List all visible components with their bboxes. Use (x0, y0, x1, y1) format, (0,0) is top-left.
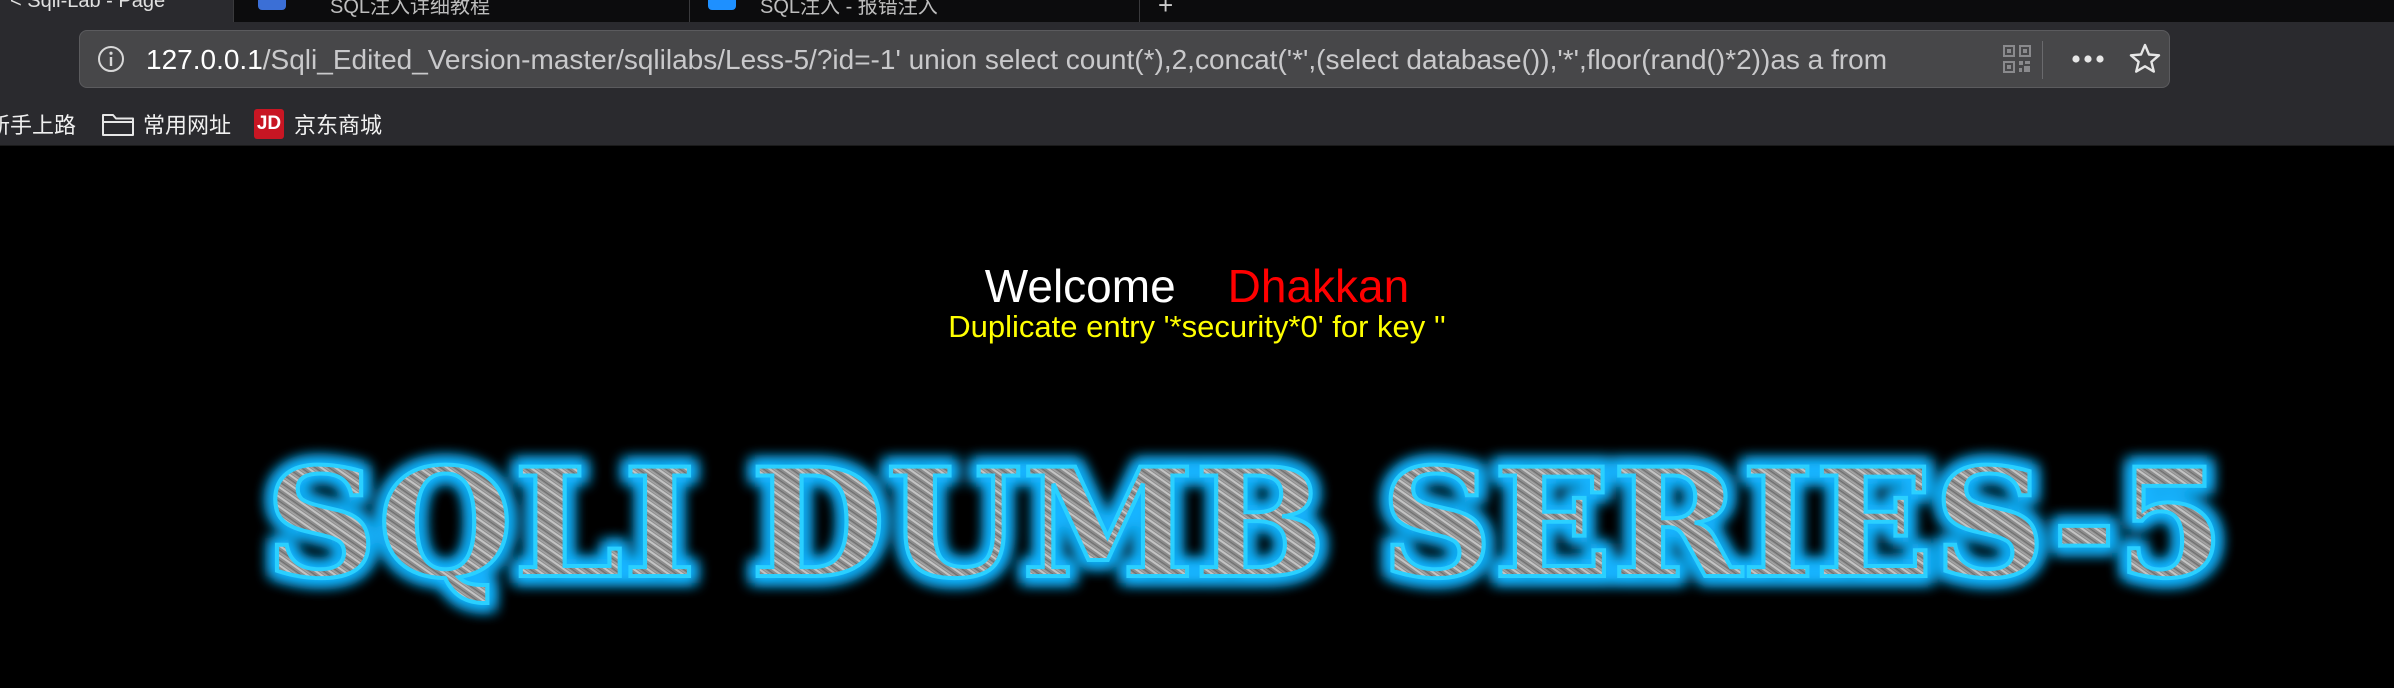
sql-error-message: Duplicate entry '*security*0' for key '' (948, 309, 1446, 344)
tab-error-injection[interactable]: SQL注入 - 报错注入 (690, 0, 1140, 22)
user-name: Dhakkan (1227, 260, 1410, 312)
url-bar[interactable]: 127.0.0.1/Sqli_Edited_Version-master/sql… (79, 30, 2170, 88)
banner-text-group: SQLI DUMB SERIES-5 SQLI DUMB SERIES-5 (258, 436, 2232, 619)
url-text[interactable]: 127.0.0.1/Sqli_Edited_Version-master/sql… (146, 43, 2016, 77)
qr-code-icon[interactable] (2002, 44, 2032, 79)
bookmark-star-icon[interactable] (2128, 42, 2162, 81)
jd-logo-icon: JD (254, 109, 284, 139)
banner-text: SQLI DUMB SERIES-5 (265, 436, 2225, 612)
bookmark-common-sites[interactable]: 常用网址 (101, 108, 231, 140)
tab-favicon-icon (258, 0, 286, 10)
tab-label: < Sqli-Lab - Page (10, 0, 166, 12)
bookmark-label: 常用网址 (143, 113, 232, 138)
folder-icon (102, 114, 134, 136)
welcome-text: Welcome (984, 260, 1176, 312)
more-horizontal-icon[interactable] (2070, 44, 2106, 79)
bookmark-label: 京东商城 (294, 113, 383, 138)
tab-favicon-icon (708, 0, 736, 10)
url-bar-separator (2042, 41, 2043, 79)
series-banner-image: SQLI DUMB SERIES-5 SQLI DUMB SERIES-5 (258, 436, 2232, 619)
new-tab-button[interactable]: + (1158, 0, 1173, 21)
bookmarks-bar: 新手上路 常用网址 JD 京东商城 (0, 102, 2394, 146)
bookmark-label: 新手上路 (0, 113, 77, 138)
bookmark-jd-mall[interactable]: JD 京东商城 (254, 108, 382, 140)
tab-strip: < Sqli-Lab - Page SQL注入详细教程 SQL注入 - 报错注入… (0, 0, 2394, 22)
welcome-line: Welcome Dhakkan (0, 260, 2394, 312)
tab-label: SQL注入详细教程 (330, 0, 491, 18)
tab-label: SQL注入 - 报错注入 (760, 0, 938, 18)
info-icon[interactable] (96, 44, 126, 79)
bookmark-newbie[interactable]: 新手上路 (0, 108, 76, 140)
tab-sqli-lab[interactable]: < Sqli-Lab - Page (0, 0, 234, 22)
page-content: Welcome Dhakkan Duplicate entry '*securit… (0, 146, 2394, 688)
navigation-bar: 127.0.0.1/Sqli_Edited_Version-master/sql… (0, 22, 2394, 102)
url-host: 127.0.0.1 (146, 44, 263, 75)
tab-sql-tutorial[interactable]: SQL注入详细教程 (234, 0, 690, 22)
url-path: /Sqli_Edited_Version-master/sqlilabs/Les… (262, 44, 1888, 75)
